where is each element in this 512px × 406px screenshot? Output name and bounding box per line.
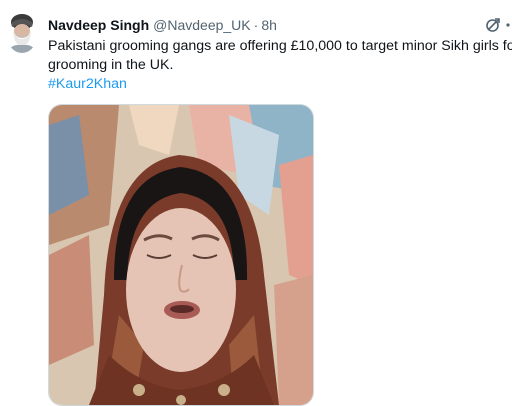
tweet-video[interactable] (48, 104, 314, 406)
author-name[interactable]: Navdeep Singh (48, 17, 149, 33)
more-icon[interactable] (505, 16, 512, 34)
avatar-image (6, 13, 38, 53)
separator-dot: · (253, 17, 259, 33)
hashtag-link[interactable]: #Kaur2Khan (48, 75, 512, 94)
tweet-header: Navdeep Singh @Navdeep_UK · 8h (48, 16, 277, 34)
tweet-text-line-2: grooming in the UK. (48, 57, 174, 73)
author-handle[interactable]: @Navdeep_UK (153, 17, 251, 33)
author-avatar[interactable] (6, 13, 38, 53)
grok-icon[interactable] (484, 16, 502, 34)
tweet[interactable]: Navdeep Singh @Navdeep_UK · 8h Pakistani… (0, 0, 512, 406)
tweet-text-line-1: Pakistani grooming gangs are offering £1… (48, 38, 512, 54)
tweet-text: Pakistani grooming gangs are offering £1… (48, 37, 512, 94)
video-frame (49, 105, 313, 405)
timestamp[interactable]: 8h (261, 17, 277, 33)
